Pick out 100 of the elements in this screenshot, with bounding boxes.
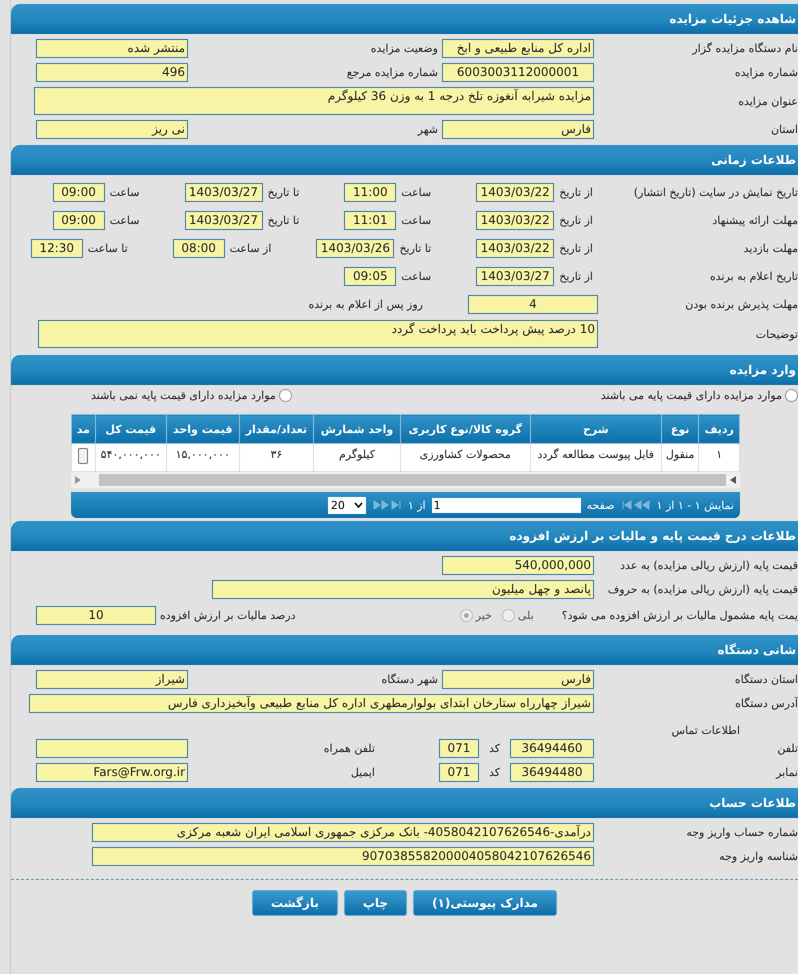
text-field[interactable]: 071 bbox=[438, 763, 479, 782]
text-field[interactable]: مزایده شیرابه آنغوزه تلخ درجه 1 به وزن 36 کیلوگرم bbox=[34, 87, 594, 115]
text-field[interactable]: 540,000,000 bbox=[442, 556, 594, 575]
field-label: کد bbox=[488, 766, 501, 779]
text-field[interactable]: 09:00 bbox=[52, 210, 105, 230]
column-header: ردیف bbox=[698, 414, 740, 444]
field-label: شناسه واریز وجه bbox=[718, 850, 798, 863]
field-label: تلفن bbox=[776, 742, 798, 755]
field-label: کد bbox=[488, 742, 501, 755]
radio-option[interactable]: موارد مزایده دارای قیمت پایه نمی باشند bbox=[91, 389, 292, 402]
field-label: شماره حساب واریز وجه bbox=[685, 826, 798, 839]
action-button[interactable]: بازگشت bbox=[252, 890, 338, 916]
text-field[interactable]: 12:30 bbox=[30, 238, 83, 258]
column-header: نوع bbox=[661, 414, 699, 444]
column-header: قیمت کل bbox=[95, 414, 166, 444]
text-field[interactable]: 1403/03/27 bbox=[184, 182, 262, 202]
text-field[interactable]: 09:05 bbox=[344, 266, 396, 286]
field-label: از تاریخ bbox=[558, 242, 594, 254]
field-label: مهلت پذیرش برنده بودن bbox=[684, 298, 798, 310]
text-field[interactable]: اداره کل منابع طبیعی و ابخ bbox=[442, 39, 594, 58]
field-label: ساعت bbox=[108, 186, 140, 198]
field-label: از تاریخ bbox=[558, 186, 594, 198]
field-label: ساعت bbox=[400, 214, 432, 226]
field-label: درصد مالیات بر ارزش افزوده bbox=[160, 608, 296, 622]
field-label: شهر bbox=[416, 123, 438, 136]
record-summary: نمایش ۱ - ۱ از ۱ bbox=[656, 498, 734, 512]
text-field[interactable]: درآمدی-4058042107626546- بانک مرکزی جمهوری اسلامی ایران شعبه مرکزی bbox=[92, 823, 594, 842]
column-header: گروه کالا/نوع کاربری bbox=[400, 414, 530, 444]
section-header: وارد مزایده bbox=[11, 355, 798, 385]
field-label: ایمیل bbox=[350, 766, 376, 779]
text-field[interactable]: 36494480 bbox=[510, 763, 594, 782]
field-label: تا ساعت bbox=[86, 242, 129, 254]
text-field[interactable]: پانصد و چهل میلیون bbox=[212, 580, 594, 599]
column-header: شرح bbox=[530, 414, 662, 444]
text-field[interactable]: 907038558200004058042107626546 bbox=[92, 847, 594, 866]
text-field[interactable]: 36494460 bbox=[510, 739, 594, 758]
section-header: طلاعات درج قیمت پایه و مالیات بر ارزش افزوده bbox=[11, 521, 798, 551]
text-field[interactable]: 1403/03/26 bbox=[316, 238, 394, 258]
field-label: استان دستگاه bbox=[734, 673, 798, 686]
field-label: ساعت bbox=[108, 214, 140, 226]
text-field[interactable]: 1403/03/22 bbox=[476, 210, 554, 230]
text-field[interactable]: 09:00 bbox=[52, 182, 105, 202]
field-label: روز پس از اعلام به برنده bbox=[307, 298, 424, 310]
text-field[interactable]: 1403/03/22 bbox=[476, 238, 554, 258]
column-header: تعداد/مقدار bbox=[239, 414, 314, 444]
text-field[interactable]: فارس bbox=[442, 670, 594, 689]
text-field[interactable]: 11:00 bbox=[344, 182, 396, 202]
text-field[interactable]: نی ریز bbox=[36, 120, 188, 139]
field-label: شماره مزایده bbox=[734, 66, 798, 79]
text-field[interactable]: منتشر شده bbox=[36, 39, 188, 58]
text-field[interactable]: Fars@Frw.org.ir bbox=[36, 763, 188, 782]
action-button[interactable]: چاپ bbox=[344, 890, 408, 916]
field-label: تلفن همراه bbox=[322, 742, 376, 755]
field-label: ساعت bbox=[400, 186, 432, 198]
section-header: طلاعات زمانی bbox=[11, 145, 798, 175]
field-label: یمت پایه مشمول مالیات بر ارزش افزوده می شود؟ bbox=[562, 608, 798, 622]
field-label: تاریخ نمایش در سایت (تاریخ انتشار) bbox=[632, 186, 798, 198]
field-label: تا تاریخ bbox=[266, 214, 300, 226]
section-header: طلاعات حساب bbox=[11, 788, 798, 818]
page-size-select[interactable]: 20 bbox=[328, 496, 366, 514]
text-field[interactable]: 10 bbox=[36, 606, 156, 624]
field-label: تا تاریخ bbox=[398, 242, 432, 254]
field-label: تا تاریخ bbox=[266, 186, 300, 198]
text-field[interactable]: فارس bbox=[442, 120, 594, 139]
field-label: مهلت بازدید bbox=[742, 242, 798, 254]
text-field[interactable]: 08:00 bbox=[172, 238, 225, 258]
field-label: قیمت پایه (ارزش ریالی مزایده) به عدد bbox=[619, 559, 798, 572]
text-field[interactable]: 10 درصد پیش پرداخت باید پرداخت گردد bbox=[38, 320, 598, 348]
field-label: از تاریخ bbox=[558, 270, 594, 282]
text-field[interactable]: شیراز bbox=[36, 670, 188, 689]
page-label: صفحه bbox=[586, 498, 615, 512]
column-header: قیمت واحد bbox=[166, 414, 240, 444]
field-label: استان bbox=[770, 123, 798, 136]
field-label: قیمت پایه (ارزش ریالی مزایده) به حروف bbox=[606, 583, 798, 596]
text-field[interactable]: 071 bbox=[438, 739, 479, 758]
field-label: از تاریخ bbox=[558, 214, 594, 226]
field-label: وضعیت مزایده bbox=[370, 42, 438, 55]
page-input[interactable]: 1 bbox=[432, 498, 581, 512]
field-label: آدرس دستگاه bbox=[734, 697, 798, 710]
text-field[interactable]: 1403/03/27 bbox=[476, 266, 554, 286]
text-field[interactable]: 11:01 bbox=[344, 210, 396, 230]
field-label: از ساعت bbox=[228, 242, 272, 254]
field-label: نمابر bbox=[774, 766, 798, 779]
text-field[interactable]: 496 bbox=[36, 63, 188, 82]
field-label: عنوان مزایده bbox=[737, 94, 798, 108]
text-field[interactable]: شیراز چهارراه ستارخان ابتدای بولوارمطهری اداره کل منابع طبیعی وآبخیزداری فارس bbox=[29, 694, 594, 713]
section-header: شاهده جزئیات مزایده bbox=[11, 4, 798, 34]
column-header: واحد شمارش bbox=[314, 414, 400, 444]
field-label: نام دستگاه مزایده گزار bbox=[690, 42, 798, 55]
column-header: مد bbox=[72, 414, 96, 444]
field-label: ساعت bbox=[400, 270, 432, 282]
field-label: توضیحات bbox=[754, 328, 798, 340]
text-field[interactable]: 4 bbox=[468, 294, 598, 314]
field-label: شماره مزایده مرجع bbox=[346, 66, 438, 79]
radio-option[interactable]: موارد مزایده دارای قیمت پایه می باشند bbox=[600, 389, 798, 402]
field-label: شهر دستگاه bbox=[380, 673, 438, 686]
text-field[interactable]: 1403/03/27 bbox=[184, 210, 262, 230]
text-field[interactable]: 6003003112000001 bbox=[442, 63, 594, 82]
text-field[interactable]: 1403/03/22 bbox=[476, 182, 554, 202]
action-button[interactable]: مدارک پیوستی(۱) bbox=[413, 890, 557, 916]
